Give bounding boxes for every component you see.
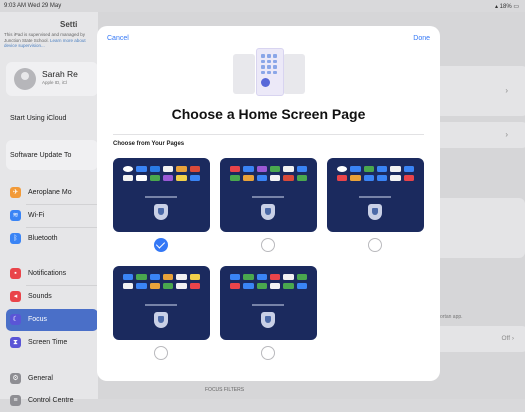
chevron-right-icon: › (505, 130, 508, 139)
status-time: 9:03 AM Wed 29 May (4, 3, 62, 9)
school-crest-icon (154, 312, 168, 328)
home-page-thumbnail-2[interactable] (220, 158, 317, 232)
page-radio-3[interactable] (368, 238, 382, 252)
sidebar-item-sounds[interactable]: ◂ Sounds (6, 286, 98, 308)
sidebar-item-general[interactable]: ⚙ General (6, 368, 98, 390)
off-value: Off › (501, 335, 514, 342)
school-crest-icon (154, 204, 168, 220)
chevron-right-icon: › (505, 86, 508, 95)
sidebar-item-label: Aeroplane Mo (28, 189, 72, 196)
status-bar: 9:03 AM Wed 29 May ▴ 18% ▭ (0, 0, 525, 12)
bell-icon: ▪ (10, 268, 21, 279)
hourglass-icon: ⧗ (10, 337, 21, 348)
app-grid-icon (261, 54, 277, 74)
page-radio-4[interactable] (154, 346, 168, 360)
sidebar-item-label: Wi-Fi (28, 212, 45, 219)
focus-badge-icon (261, 78, 270, 87)
home-page-thumbnail-1[interactable] (113, 158, 210, 232)
home-page-thumbnail-3[interactable] (327, 158, 424, 232)
school-crest-icon (261, 204, 275, 220)
gear-icon: ⚙ (10, 373, 21, 384)
sidebar-item-label: Control Centre (28, 397, 74, 404)
sidebar-item-label: Bluetooth (28, 235, 58, 242)
wifi-icon: ≋ (10, 210, 21, 221)
start-icloud-item[interactable]: Start Using iCloud (6, 108, 98, 130)
start-icloud-label: Start Using iCloud (10, 115, 67, 122)
school-crest-icon (368, 204, 382, 220)
sidebar-item-notifications[interactable]: ▪ Notifications (6, 263, 98, 285)
switches-icon: ≡ (10, 395, 21, 406)
off-label: Off (501, 335, 511, 342)
software-update-card[interactable]: Software Update To (6, 140, 98, 170)
home-screen-page-modal: Cancel Done Choose a Home Screen Page Ch… (97, 26, 440, 381)
sidebar-item-focus[interactable]: ☾ Focus (6, 309, 98, 331)
sidebar-item-label: Screen Time (28, 339, 68, 346)
battery-indicator: ▴ 18% ▭ (494, 4, 519, 10)
sidebar-item-label: Sounds (28, 293, 52, 300)
school-crest-icon (261, 312, 275, 328)
modal-title: Choose a Home Screen Page (171, 106, 366, 122)
sidebar-item-label: General (28, 375, 53, 382)
cancel-button[interactable]: Cancel (107, 35, 129, 42)
home-page-thumbnail-4[interactable] (113, 266, 210, 340)
supervision-note: This iPad is supervised and managed by J… (4, 32, 96, 49)
main-note: ortan app. (440, 314, 463, 320)
sidebar-item-label: Focus (28, 316, 48, 323)
avatar (14, 68, 36, 90)
sidebar-title: Setti (60, 20, 78, 29)
software-update-label: Software Update To (10, 152, 72, 159)
page-radio-1[interactable] (154, 238, 168, 252)
sidebar-item-aeroplane[interactable]: ✈ Aeroplane Mo (6, 182, 98, 204)
divider (113, 134, 424, 135)
sidebar-item-screen-time[interactable]: ⧗ Screen Time (6, 332, 98, 354)
bluetooth-icon: ᛒ (10, 233, 21, 244)
sidebar-item-wifi[interactable]: ≋ Wi-Fi (6, 205, 98, 227)
profile-subtitle: Apple ID, iCl (42, 80, 68, 85)
page-preview-left (233, 54, 255, 94)
focus-filters-heading: FOCUS FILTERS (205, 387, 245, 393)
moon-icon: ☾ (10, 314, 21, 325)
home-screen-illustration-icon (233, 48, 305, 98)
settings-sidebar: Setti This iPad is supervised and manage… (0, 12, 98, 406)
sidebar-item-bluetooth[interactable]: ᛒ Bluetooth (6, 228, 98, 250)
done-button[interactable]: Done (413, 35, 430, 42)
profile-name: Sarah Re (42, 69, 78, 79)
airplane-icon: ✈ (10, 187, 21, 198)
page-preview-right (283, 54, 305, 94)
sidebar-item-label: Notifications (28, 270, 67, 277)
sidebar-item-control-centre[interactable]: ≡ Control Centre (6, 390, 98, 412)
profile-card[interactable]: Sarah Re Apple ID, iCl (6, 62, 98, 96)
page-radio-2[interactable] (261, 238, 275, 252)
home-page-thumbnail-5[interactable] (220, 266, 317, 340)
speaker-icon: ◂ (10, 291, 21, 302)
section-heading: Choose from Your Pages (113, 141, 185, 147)
page-radio-5[interactable] (261, 346, 275, 360)
